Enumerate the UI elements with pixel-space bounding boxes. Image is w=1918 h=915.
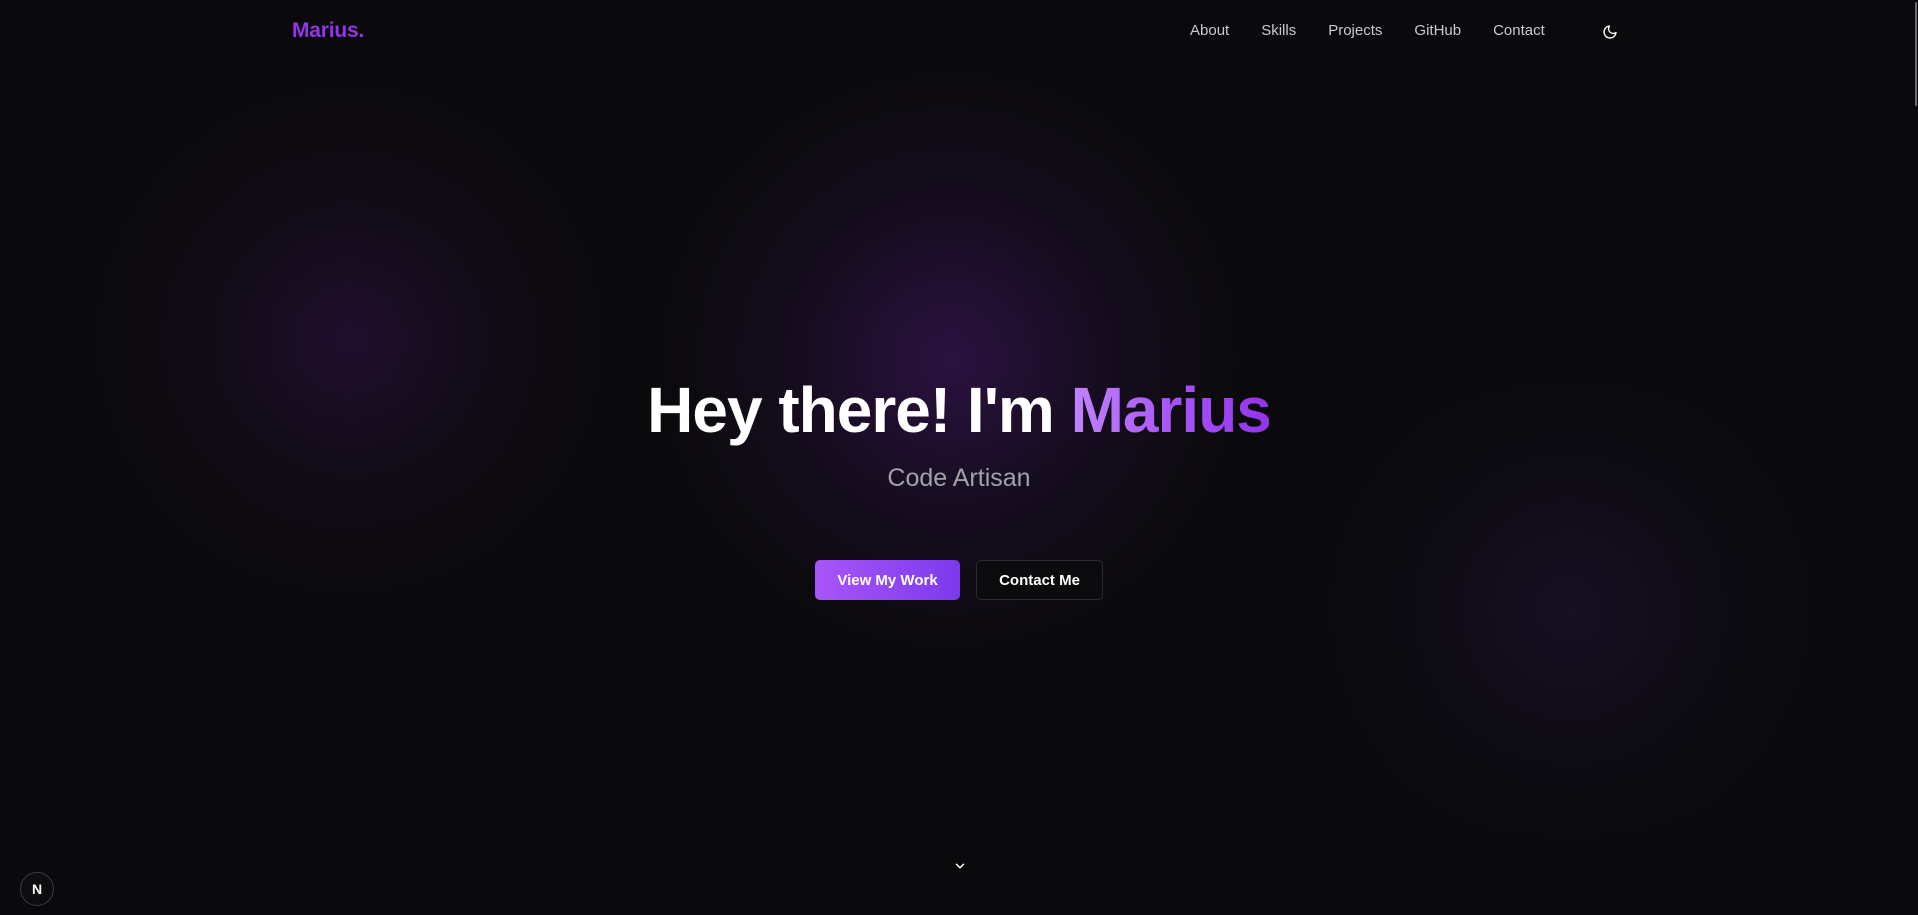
nav-link-projects[interactable]: Projects [1328, 22, 1382, 39]
moon-icon [1603, 25, 1617, 39]
scrollbar-thumb[interactable] [1915, 2, 1917, 106]
nav-links: About Skills Projects GitHub Contact [1190, 22, 1545, 39]
hero-title-name: Marius [1070, 374, 1272, 446]
theme-toggle-button[interactable] [1598, 20, 1622, 44]
chevron-down-icon [955, 863, 965, 869]
hero-section: Hey there! I'm Marius Code Artisan [0, 370, 1918, 493]
scroll-down-button[interactable] [951, 857, 969, 875]
page: Marius. About Skills Projects GitHub Con… [0, 0, 1918, 915]
nav-link-about[interactable]: About [1190, 22, 1229, 39]
hero-buttons: View My Work Contact Me [0, 560, 1918, 600]
view-my-work-button[interactable]: View My Work [815, 560, 960, 600]
nav-link-github[interactable]: GitHub [1414, 22, 1461, 39]
contact-me-button[interactable]: Contact Me [976, 560, 1103, 600]
nextjs-logo-icon: N [31, 881, 43, 897]
background-glow-left [70, 80, 630, 600]
navbar: Marius. About Skills Projects GitHub Con… [0, 0, 1918, 64]
hero-title: Hey there! I'm Marius [0, 370, 1918, 450]
hero-subtitle: Code Artisan [887, 464, 1031, 492]
scrollbar[interactable] [1912, 0, 1918, 915]
nav-link-skills[interactable]: Skills [1261, 22, 1296, 39]
hero-title-prefix: Hey there! I'm [647, 374, 1071, 446]
nextjs-dev-badge[interactable]: N [20, 872, 54, 906]
site-logo[interactable]: Marius. [292, 19, 364, 43]
nav-link-contact[interactable]: Contact [1493, 22, 1545, 39]
